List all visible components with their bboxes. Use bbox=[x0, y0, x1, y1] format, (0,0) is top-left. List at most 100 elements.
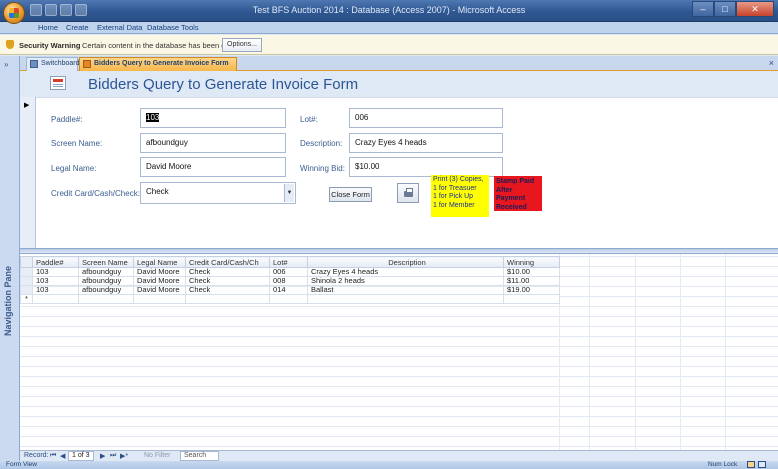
cell-winning[interactable]: $10.00 bbox=[503, 267, 560, 277]
tab-label: Switchboard bbox=[41, 60, 80, 67]
close-form-button[interactable]: Close Form bbox=[329, 187, 372, 202]
maximize-button[interactable]: □ bbox=[714, 1, 736, 17]
cell-lot[interactable]: 014 bbox=[269, 285, 308, 295]
cell-payment[interactable]: Check bbox=[185, 267, 270, 277]
status-bar: Form View Num Lock bbox=[0, 461, 778, 469]
cell-legal-name[interactable]: David Moore bbox=[133, 285, 186, 295]
ribbon-tab-database-tools[interactable]: Database Tools bbox=[147, 23, 199, 32]
payment-method-combo[interactable]: Check ▼ bbox=[140, 182, 296, 204]
datasheet-table: Paddle# Screen Name Legal Name Credit Ca… bbox=[20, 256, 560, 304]
record-selector[interactable]: ▶ bbox=[20, 97, 36, 248]
datasheet: Paddle# Screen Name Legal Name Credit Ca… bbox=[20, 254, 778, 450]
stamp-paid-note: Stamp Paid After Payment Received bbox=[494, 176, 542, 211]
cell-winning[interactable]: $11.00 bbox=[503, 276, 560, 286]
table-row[interactable]: 103 afboundguy David Moore Check 014 Bal… bbox=[20, 285, 560, 295]
cell-legal-name[interactable]: David Moore bbox=[133, 276, 186, 286]
close-window-button[interactable]: ✕ bbox=[736, 1, 774, 17]
cell-description[interactable]: Ballast bbox=[307, 285, 504, 295]
winning-bid-label: Winning Bid: bbox=[300, 164, 345, 173]
row-selector[interactable] bbox=[20, 285, 33, 295]
column-header-lot[interactable]: Lot# bbox=[269, 256, 308, 268]
dropdown-arrow-icon[interactable]: ▼ bbox=[284, 184, 294, 202]
print-button[interactable] bbox=[397, 183, 419, 203]
form-icon bbox=[83, 60, 91, 68]
cell-legal-name[interactable]: David Moore bbox=[133, 267, 186, 277]
options-button[interactable]: Options... bbox=[222, 38, 262, 52]
description-field[interactable]: Crazy Eyes 4 heads bbox=[349, 133, 503, 153]
title-bar: Test BFS Auction 2014 : Database (Access… bbox=[0, 0, 778, 24]
form-view-icon[interactable] bbox=[747, 461, 755, 468]
cell-screen-name[interactable]: afboundguy bbox=[78, 276, 134, 286]
last-record-icon[interactable]: ⏭ bbox=[110, 452, 116, 460]
shield-icon bbox=[6, 40, 14, 49]
cell-winning[interactable]: $19.00 bbox=[503, 285, 560, 295]
form-title: Bidders Query to Generate Invoice Form bbox=[88, 76, 359, 93]
paddle-label: Paddle#: bbox=[51, 115, 83, 124]
first-record-icon[interactable]: ⏮ bbox=[50, 452, 56, 460]
search-input[interactable]: Search bbox=[180, 451, 220, 461]
cell-description[interactable]: Shinola 2 heads bbox=[307, 276, 504, 286]
cell-screen-name[interactable]: afboundguy bbox=[78, 267, 134, 277]
navigation-pane[interactable]: » Navigation Pane bbox=[0, 56, 20, 462]
table-row[interactable]: 103 afboundguy David Moore Check 006 Cra… bbox=[20, 267, 560, 277]
layout-view-icon[interactable] bbox=[758, 461, 766, 468]
cell-description[interactable]: Crazy Eyes 4 heads bbox=[307, 267, 504, 277]
office-logo-icon bbox=[9, 8, 19, 18]
invoice-form: Bidders Query to Generate Invoice Form ▶… bbox=[20, 71, 778, 248]
current-record-arrow-icon: ▶ bbox=[24, 102, 30, 109]
office-button[interactable] bbox=[3, 2, 25, 24]
cell-payment[interactable]: Check bbox=[185, 285, 270, 295]
security-warning-bar: Security Warning Certain content in the … bbox=[0, 35, 778, 55]
screen-name-field[interactable]: afboundguy bbox=[140, 133, 286, 153]
ribbon-tab-create[interactable]: Create bbox=[66, 23, 89, 32]
paddle-field[interactable]: 103 bbox=[140, 108, 286, 128]
new-record-nav-icon[interactable]: ▶* bbox=[120, 452, 128, 460]
legal-name-label: Legal Name: bbox=[51, 164, 97, 173]
navigation-pane-label[interactable]: Navigation Pane bbox=[3, 266, 13, 336]
header-row: Paddle# Screen Name Legal Name Credit Ca… bbox=[20, 256, 560, 268]
description-label: Description: bbox=[300, 139, 343, 148]
new-record-icon[interactable]: * bbox=[20, 294, 33, 304]
cell-lot[interactable]: 008 bbox=[269, 276, 308, 286]
print-copies-note: Print (3) Copies, 1 for Treasuer 1 for P… bbox=[431, 175, 489, 217]
row-selector[interactable] bbox=[20, 276, 33, 286]
previous-record-icon[interactable]: ◀ bbox=[60, 452, 65, 460]
cell-payment[interactable]: Check bbox=[185, 276, 270, 286]
cell-paddle[interactable]: 103 bbox=[32, 276, 79, 286]
column-header-paddle[interactable]: Paddle# bbox=[32, 256, 79, 268]
lot-field[interactable]: 006 bbox=[349, 108, 503, 128]
row-selector[interactable] bbox=[20, 267, 33, 277]
ribbon-tab-external-data[interactable]: External Data bbox=[97, 23, 142, 32]
column-header-screen-name[interactable]: Screen Name bbox=[78, 256, 134, 268]
legal-name-field[interactable]: David Moore bbox=[140, 157, 286, 177]
form-header: Bidders Query to Generate Invoice Form bbox=[20, 71, 778, 97]
column-header-legal-name[interactable]: Legal Name bbox=[133, 256, 186, 268]
document-tabs: Switchboard Bidders Query to Generate In… bbox=[20, 56, 778, 71]
select-all-cell[interactable] bbox=[20, 256, 33, 268]
record-navigation-bar: Record: ⏮ ◀ 1 of 3 ▶ ⏭ ▶* No Filter Sear… bbox=[20, 450, 778, 461]
column-header-winning[interactable]: Winning bbox=[503, 256, 560, 268]
cell-paddle[interactable]: 103 bbox=[32, 285, 79, 295]
column-header-payment[interactable]: Credit Card/Cash/Ch bbox=[185, 256, 270, 268]
minimize-button[interactable]: – bbox=[692, 1, 714, 17]
expand-chevron-icon[interactable]: » bbox=[4, 60, 8, 69]
tab-switchboard[interactable]: Switchboard bbox=[26, 57, 80, 71]
close-document-icon[interactable]: × bbox=[769, 58, 774, 68]
new-record-row[interactable]: * bbox=[20, 294, 560, 304]
status-view-text: Form View bbox=[6, 461, 37, 468]
next-record-icon[interactable]: ▶ bbox=[100, 452, 105, 460]
current-record-input[interactable]: 1 of 3 bbox=[68, 451, 94, 461]
table-row[interactable]: 103 afboundguy David Moore Check 008 Shi… bbox=[20, 276, 560, 286]
no-filter-indicator[interactable]: No Filter bbox=[144, 452, 170, 459]
cell-paddle[interactable]: 103 bbox=[32, 267, 79, 277]
column-header-description[interactable]: Description bbox=[307, 256, 504, 268]
cell-lot[interactable]: 006 bbox=[269, 267, 308, 277]
winning-bid-field[interactable]: $10.00 bbox=[349, 157, 503, 177]
ribbon-tabs: Home Create External Data Database Tools bbox=[0, 22, 778, 34]
record-label: Record: bbox=[24, 452, 49, 459]
screen-name-label: Screen Name: bbox=[51, 139, 103, 148]
ribbon-tab-home[interactable]: Home bbox=[38, 23, 58, 32]
tab-bidders-query-form[interactable]: Bidders Query to Generate Invoice Form bbox=[79, 57, 237, 71]
cell-screen-name[interactable]: afboundguy bbox=[78, 285, 134, 295]
lot-label: Lot#: bbox=[300, 115, 318, 124]
